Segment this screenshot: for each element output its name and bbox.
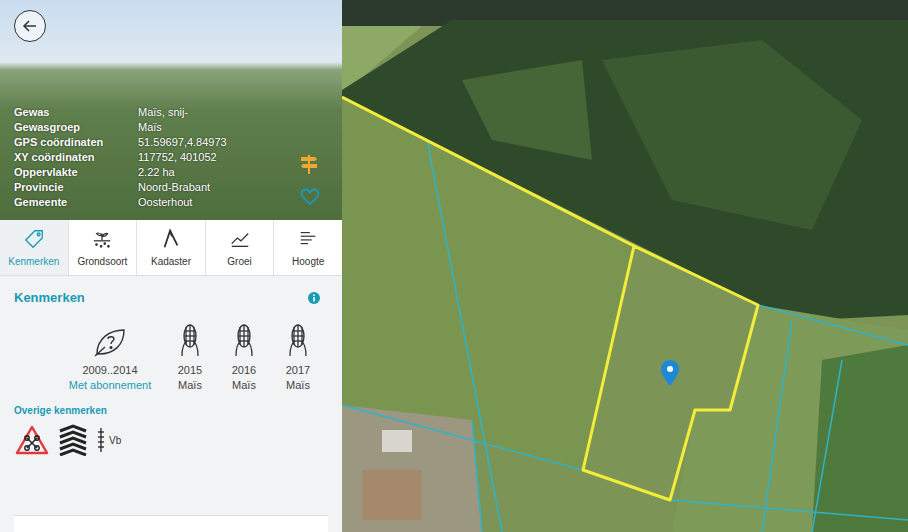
history-item[interactable]: 2009..2014Met abonnement [62, 323, 158, 393]
tab[interactable]: Grondsoort [69, 220, 138, 275]
info-value: Oosterhout [138, 195, 300, 210]
heart-icon[interactable] [300, 188, 320, 206]
satellite-map-icon[interactable] [342, 0, 908, 532]
info-label: Gewas [14, 105, 138, 120]
tab[interactable]: Groei [206, 220, 275, 275]
other-title: Overige kenmerken [14, 405, 328, 416]
info-label: Gemeente [14, 195, 138, 210]
next-section [14, 515, 328, 532]
soil-icon [91, 228, 113, 250]
height-icon [297, 228, 319, 250]
characteristics-section: Kenmerken 2009..2014Met abonnement2015Maï… [0, 276, 342, 532]
tag-icon [23, 228, 45, 250]
feature-item: Vb [96, 427, 121, 453]
info-value: 2.22 ha [138, 165, 300, 180]
info-value: 51.59697,4.84973 [138, 135, 300, 150]
feature-item [14, 424, 50, 456]
corn-icon [232, 323, 256, 357]
app: GewasMaïs, snij-GewasgroepMaïsGPS coördi… [0, 0, 908, 532]
history-item: 2017Maïs [276, 323, 320, 393]
crop-photo: GewasMaïs, snij-GewasgroepMaïsGPS coördi… [0, 0, 342, 220]
tab-bar: KenmerkenGrondsoortKadasterGroeiHoogte [0, 220, 342, 276]
leaf-unknown-icon [93, 327, 127, 357]
info-label: GPS coördinaten [14, 135, 138, 150]
info-label: XY coördinaten [14, 150, 138, 165]
corn-icon [178, 323, 202, 357]
history-item: 2015Maïs [168, 323, 212, 393]
info-value: 117752, 401052 [138, 150, 300, 165]
info-label: Oppervlakte [14, 165, 138, 180]
corn-icon [286, 323, 310, 357]
cadastre-icon [160, 228, 182, 250]
map-pin-icon[interactable] [661, 360, 679, 386]
crop-info-table: GewasMaïs, snij-GewasgroepMaïsGPS coördi… [14, 105, 300, 210]
info-label: Provincie [14, 180, 138, 195]
other-features: Vb [14, 424, 328, 456]
crop-info: GewasMaïs, snij-GewasgroepMaïsGPS coördi… [14, 105, 328, 210]
tab[interactable]: Hoogte [274, 220, 342, 275]
feature-item [58, 424, 88, 456]
info-label: Gewasgroep [14, 120, 138, 135]
info-icon[interactable] [308, 292, 320, 304]
history-item: 2016Maïs [222, 323, 266, 393]
back-button[interactable] [14, 10, 46, 42]
section-title: Kenmerken [14, 290, 85, 305]
detail-panel: GewasMaïs, snij-GewasgroepMaïsGPS coördi… [0, 0, 342, 532]
crop-history: 2009..2014Met abonnement2015Maïs2016Maïs… [14, 323, 328, 393]
tab[interactable]: Kenmerken [0, 220, 69, 275]
water-level-icon [96, 427, 106, 453]
info-value: Maïs [138, 120, 300, 135]
arrow-left-icon [22, 18, 38, 34]
section-header: Kenmerken [14, 290, 328, 305]
tab[interactable]: Kadaster [137, 220, 206, 275]
signpost-icon[interactable] [300, 154, 318, 174]
map[interactable] [342, 0, 908, 532]
side-actions [300, 154, 328, 210]
info-value: Noord-Brabant [138, 180, 300, 195]
growth-chart-icon [229, 228, 251, 250]
info-value: Maïs, snij- [138, 105, 300, 120]
drone-warning-icon [14, 424, 50, 456]
layers-icon [58, 424, 88, 456]
